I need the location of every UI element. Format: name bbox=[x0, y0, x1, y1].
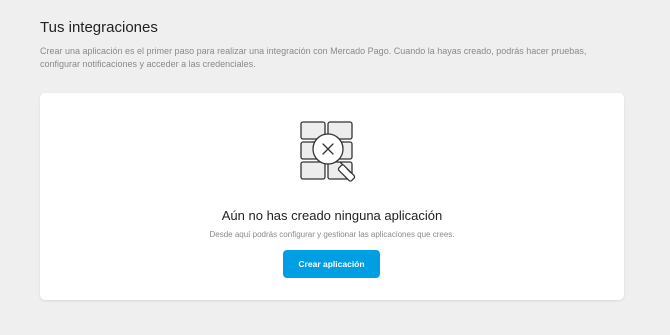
no-results-search-grid-icon bbox=[299, 120, 365, 186]
empty-state-card: Aún no has creado ninguna aplicación Des… bbox=[40, 93, 624, 300]
empty-state-title: Aún no has creado ninguna aplicación bbox=[221, 208, 443, 223]
page-description: Crear una aplicación es el primer paso p… bbox=[40, 46, 587, 69]
page-title: Tus integraciones bbox=[40, 19, 158, 36]
create-application-button[interactable]: Crear aplicación bbox=[283, 250, 380, 278]
empty-state-description: Desde aquí podrás configurar y gestionar… bbox=[209, 230, 455, 239]
